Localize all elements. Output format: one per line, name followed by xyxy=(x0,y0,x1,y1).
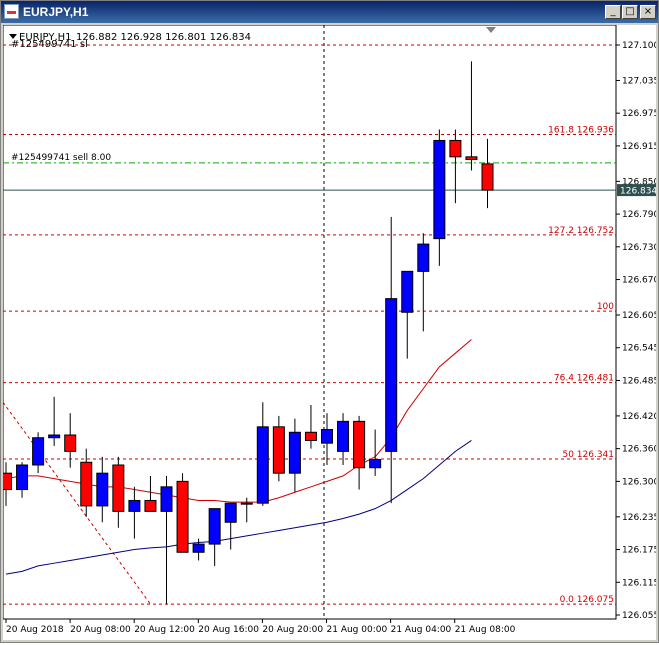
fib-level-label: 0.0 126.075 xyxy=(560,595,614,605)
price-tick-label: 127.035 xyxy=(622,76,656,86)
candlesticks xyxy=(0,61,494,605)
current-price-label: 126.834 xyxy=(620,187,656,197)
price-tick-label: 126.545 xyxy=(622,344,656,354)
bull-candle xyxy=(32,437,45,466)
bull-candle xyxy=(48,434,61,439)
bull-candle xyxy=(192,543,205,553)
price-tick-label: 126.300 xyxy=(622,477,656,487)
plot-frame xyxy=(2,24,617,620)
price-tick-label: 126.790 xyxy=(622,210,656,220)
bull-candle xyxy=(369,459,382,469)
time-tick-label: 20 Aug 20:00 xyxy=(262,625,323,635)
bear-candle xyxy=(304,431,317,441)
bear-candle xyxy=(80,461,93,507)
chart-shift-marker-icon[interactable] xyxy=(486,27,496,33)
minimize-button[interactable]: _ xyxy=(605,5,621,19)
bull-candle xyxy=(417,243,430,272)
price-tick-label: 127.100 xyxy=(622,41,656,51)
bull-candle xyxy=(96,472,109,507)
bull-candle xyxy=(208,508,221,545)
chart-app-icon xyxy=(4,4,19,19)
bear-candle xyxy=(353,420,366,469)
time-tick-label: 20 Aug 12:00 xyxy=(134,625,195,635)
price-tick-label: 126.055 xyxy=(622,611,656,621)
fib-level-label: 161.8 126.936 xyxy=(548,125,614,135)
price-tick-label: 126.730 xyxy=(622,243,656,253)
price-tick-label: 126.605 xyxy=(622,311,656,321)
chart-ohlc-values: 126.882 126.928 126.801 126.834 xyxy=(76,32,251,43)
fib-level-label: 100 xyxy=(597,302,614,312)
time-tick-label: 21 Aug 00:00 xyxy=(327,625,388,635)
restore-button[interactable]: □ xyxy=(622,5,638,19)
sell-order-label: #125499741 sell 8.00 xyxy=(11,153,111,163)
order-line[interactable]: #125499741 sell 8.00 xyxy=(3,153,616,191)
price-tick-label: 126.670 xyxy=(622,276,656,286)
price-tick-label: 126.975 xyxy=(622,109,656,119)
bear-candle xyxy=(240,502,253,505)
bull-candle xyxy=(401,270,414,313)
price-tick-label: 126.235 xyxy=(622,513,656,523)
blue-moving-average xyxy=(5,440,472,575)
bear-candle xyxy=(176,480,189,553)
bear-candle xyxy=(481,163,494,191)
fib-anchor-line[interactable] xyxy=(2,401,151,605)
price-tick-label: 126.485 xyxy=(622,376,656,386)
price-tick-label: 126.915 xyxy=(622,142,656,152)
price-tick-label: 126.175 xyxy=(622,546,656,556)
bear-candle xyxy=(112,464,125,512)
price-tick-label: 126.420 xyxy=(622,412,656,422)
bull-candle xyxy=(128,499,141,512)
moving-averages xyxy=(5,339,472,575)
time-tick-label: 20 Aug 2018 xyxy=(6,625,64,635)
red-moving-average xyxy=(5,339,472,503)
bull-candle xyxy=(337,420,350,452)
fibonacci-trendline[interactable] xyxy=(2,401,151,605)
bull-candle xyxy=(385,298,398,452)
price-tick-label: 126.115 xyxy=(622,578,656,588)
time-tick-label: 21 Aug 08:00 xyxy=(455,625,516,635)
bull-candle xyxy=(16,464,29,491)
bull-candle xyxy=(256,426,269,504)
bear-candle xyxy=(64,434,77,452)
bear-candle xyxy=(144,499,157,512)
fibonacci-levels[interactable]: 161.8 126.936 127.2 126.752 100 76.4 126.48… xyxy=(3,44,616,605)
bear-candle xyxy=(465,156,478,161)
fib-level-label: 50 126.341 xyxy=(562,450,614,460)
window-title: EURJPY,H1 xyxy=(23,5,89,19)
bear-candle xyxy=(272,426,285,474)
bear-candle xyxy=(449,139,462,158)
window-titlebar[interactable]: EURJPY,H1 _ □ × xyxy=(1,1,658,23)
price-tick-label: 126.360 xyxy=(622,445,656,455)
fib-level-label: 76.4 126.481 xyxy=(554,374,614,384)
bull-candle xyxy=(288,431,301,474)
time-tick-label: 20 Aug 16:00 xyxy=(198,625,259,635)
price-chart[interactable]: EURJPY,H1 126.882 126.928 126.801 126.83… xyxy=(0,24,659,640)
bull-candle xyxy=(224,502,237,523)
time-tick-label: 21 Aug 04:00 xyxy=(391,625,452,635)
price-axis: 127.100127.035126.975126.915126.850126.7… xyxy=(616,41,659,621)
fib-level-label: 127.2 126.752 xyxy=(548,226,614,236)
bear-candle xyxy=(0,472,12,491)
time-tick-label: 20 Aug 08:00 xyxy=(70,625,131,635)
time-axis: 20 Aug 2018 20 Aug 08:00 20 Aug 12:00 20 Au… xyxy=(5,619,516,635)
bull-candle xyxy=(160,486,173,512)
bull-candle xyxy=(433,139,446,240)
chart-window: EURJPY,H1 _ □ × EURJPY,H1 126.882 126.92… xyxy=(0,0,659,643)
bull-candle xyxy=(321,429,333,444)
chart-area[interactable]: EURJPY,H1 126.882 126.928 126.801 126.83… xyxy=(0,24,659,640)
close-button[interactable]: × xyxy=(640,5,656,19)
